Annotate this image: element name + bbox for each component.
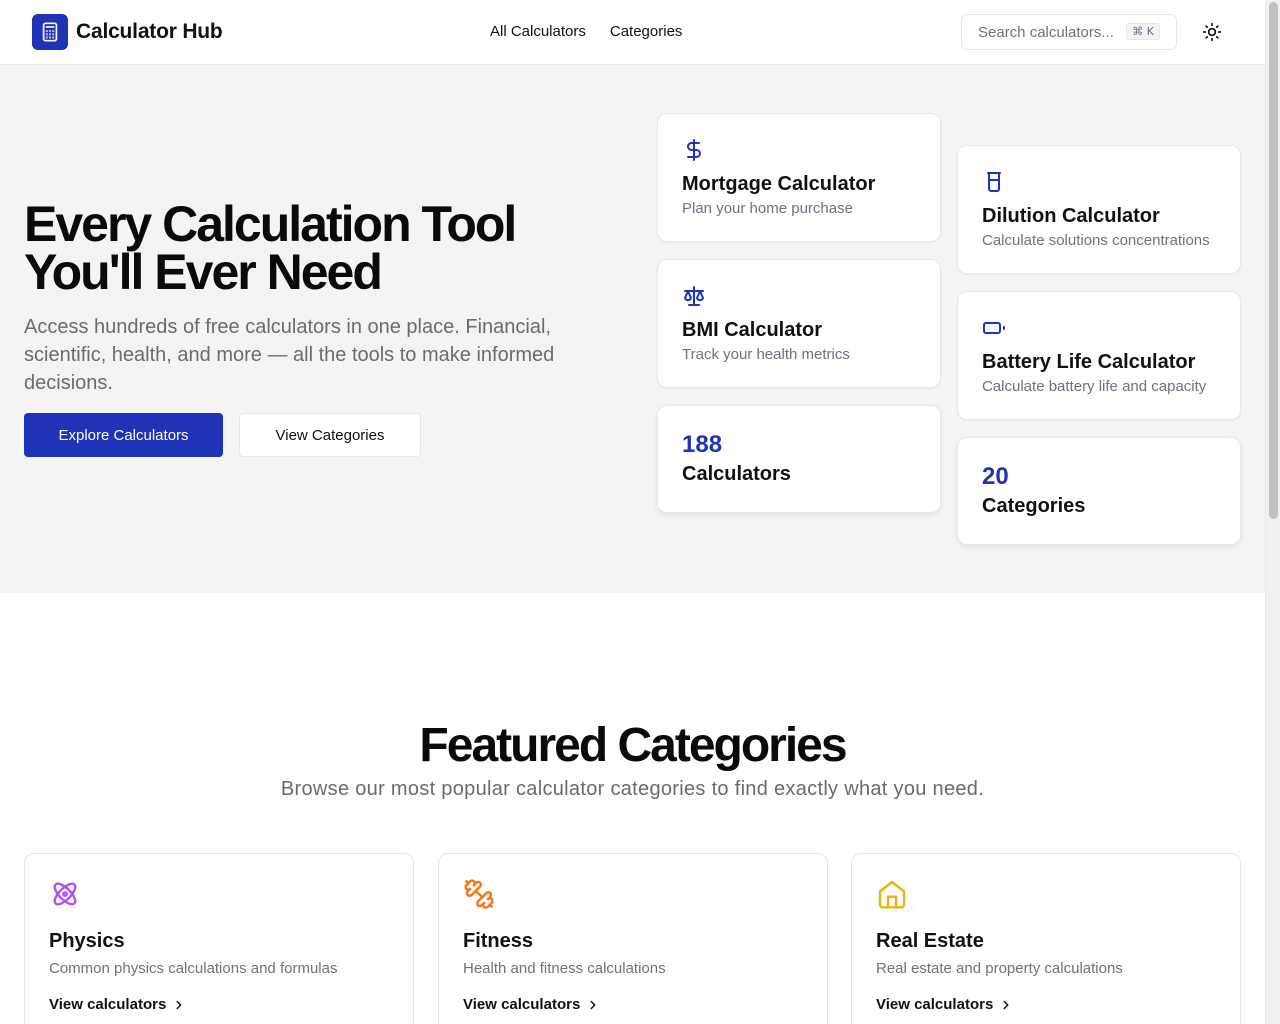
battery-life-calculator-card[interactable]: Battery Life Calculator Calculate batter…	[957, 291, 1241, 420]
hero-title-line-2: You'll Ever Need	[24, 244, 383, 300]
category-card-real-estate[interactable]: Real Estate Real estate and property cal…	[851, 853, 1241, 1024]
bmi-calculator-card[interactable]: BMI Calculator Track your health metrics	[657, 259, 941, 388]
featured-categories-title: Featured Categories	[419, 719, 847, 772]
category-title: Physics	[49, 930, 125, 952]
scale-icon	[684, 286, 704, 306]
dumbbell-icon	[464, 879, 494, 909]
link-label: View calculators	[463, 996, 581, 1013]
sun-icon	[1202, 22, 1222, 42]
hero-title-line-1: Every Calculation Tool	[24, 196, 517, 252]
link-label: View calculators	[49, 996, 167, 1013]
explore-calculators-button[interactable]: Explore Calculators	[24, 413, 223, 457]
theme-toggle-button[interactable]	[1200, 20, 1224, 44]
search-shortcut-badge: ⌘ K	[1126, 23, 1160, 40]
battery-icon	[983, 322, 1005, 334]
dilution-calculator-card[interactable]: Dilution Calculator Calculate solutions …	[957, 145, 1241, 274]
main-nav: All Calculators Categories	[490, 23, 682, 40]
brand-name[interactable]: Calculator Hub	[76, 20, 223, 44]
calculators-stat-card: 188 Calculators	[657, 405, 941, 513]
stat-label: Categories	[982, 495, 1086, 517]
link-label: View calculators	[876, 996, 994, 1013]
page-scrollbar[interactable]	[1265, 0, 1280, 1024]
nav-all-calculators[interactable]: All Calculators	[490, 23, 586, 40]
beaker-icon	[987, 172, 1001, 192]
stat-value: 188	[682, 431, 723, 458]
view-calculators-link[interactable]: View calculators	[463, 996, 600, 1013]
card-title: BMI Calculator	[682, 319, 823, 341]
category-description: Real estate and property calculations	[876, 960, 1123, 977]
atom-icon	[53, 882, 77, 906]
card-title: Battery Life Calculator	[982, 351, 1196, 373]
search-input[interactable]	[978, 23, 1128, 41]
categories-stat-card: 20 Categories	[957, 437, 1241, 545]
featured-categories-subtitle: Browse our most popular calculator categ…	[280, 778, 985, 800]
card-description: Plan your home purchase	[682, 200, 853, 217]
category-title: Fitness	[463, 930, 534, 952]
chevron-right-icon	[590, 1000, 596, 1009]
hero-subtitle: Access hundreds of free calculators in o…	[24, 316, 555, 394]
category-card-fitness[interactable]: Fitness Health and fitness calculations …	[438, 853, 828, 1024]
top-header: Calculator Hub All Calculators Categorie…	[0, 0, 1265, 65]
nav-categories[interactable]: Categories	[610, 23, 683, 40]
mortgage-calculator-card[interactable]: Mortgage Calculator Plan your home purch…	[657, 113, 941, 242]
card-description: Calculate battery life and capacity	[982, 378, 1207, 395]
dollar-icon	[687, 139, 701, 161]
card-description: Track your health metrics	[682, 346, 850, 363]
card-title: Dilution Calculator	[982, 205, 1160, 227]
category-description: Common physics calculations and formulas	[49, 960, 338, 977]
card-description: Calculate solutions concentrations	[982, 232, 1210, 249]
search-box[interactable]: ⌘ K	[961, 14, 1177, 50]
category-description: Health and fitness calculations	[463, 960, 666, 977]
stat-label: Calculators	[682, 463, 791, 485]
category-card-physics[interactable]: Physics Common physics calculations and …	[24, 853, 414, 1024]
chevron-right-icon	[176, 1000, 182, 1009]
view-calculators-link[interactable]: View calculators	[49, 996, 186, 1013]
view-calculators-link[interactable]: View calculators	[876, 996, 1013, 1013]
house-icon	[878, 880, 906, 909]
category-title: Real Estate	[876, 930, 984, 952]
chevron-right-icon	[1003, 1000, 1009, 1009]
stat-value: 20	[982, 463, 1009, 490]
card-title: Mortgage Calculator	[682, 173, 876, 195]
scrollbar-thumb[interactable]	[1269, 2, 1278, 519]
view-categories-button[interactable]: View Categories	[239, 413, 421, 457]
hero-title: Every Calculation Tool You'll Ever Need	[24, 196, 517, 300]
calculator-logo-icon[interactable]	[32, 14, 68, 50]
